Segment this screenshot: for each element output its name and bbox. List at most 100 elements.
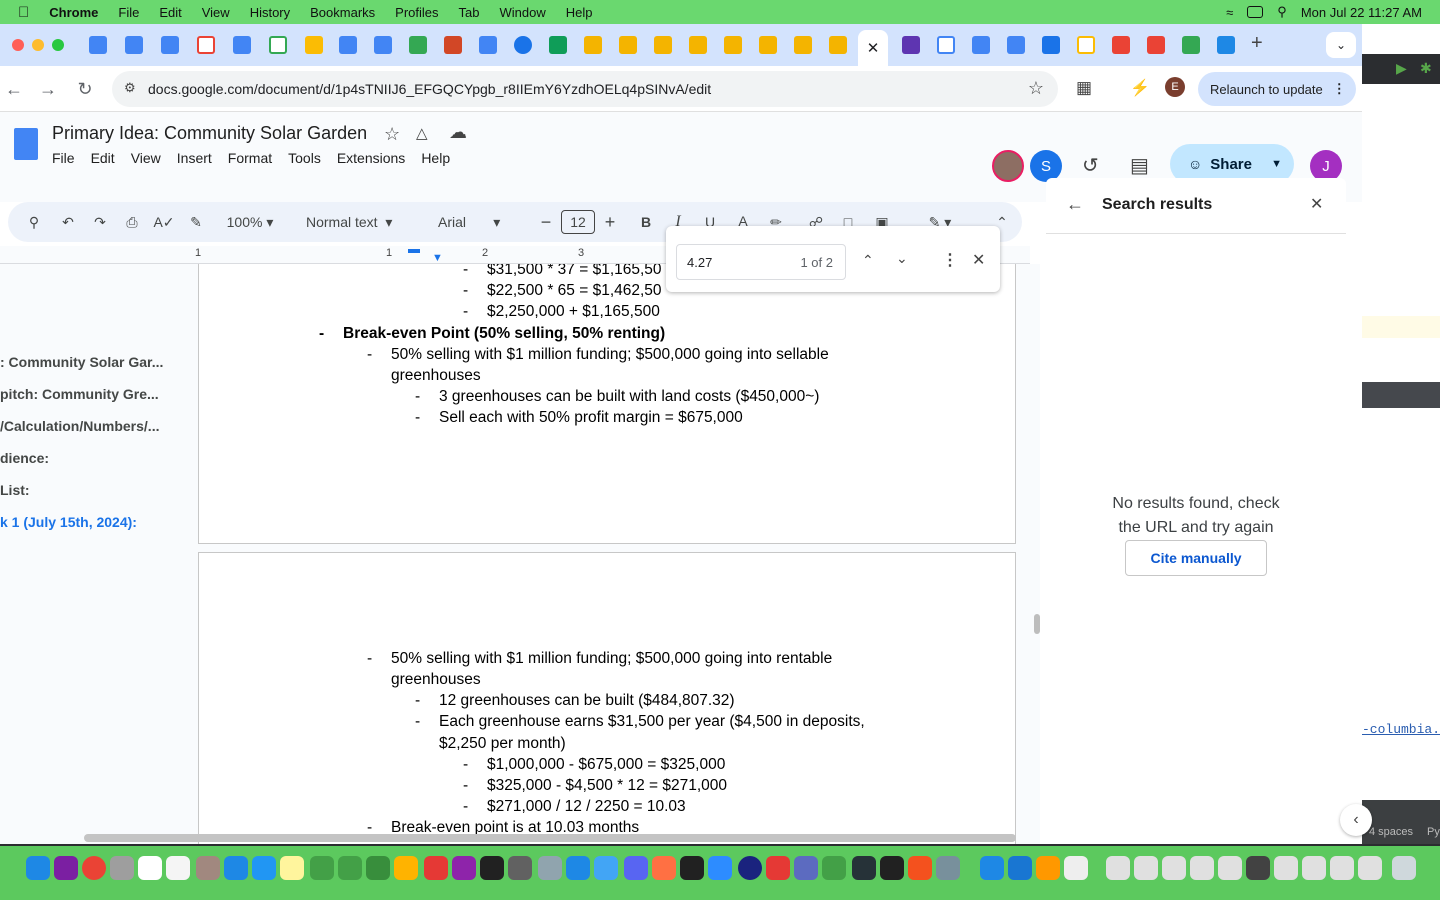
maps-icon[interactable] bbox=[252, 856, 276, 880]
pages-icon[interactable] bbox=[394, 856, 418, 880]
settings-icon[interactable] bbox=[508, 856, 532, 880]
zoom-select[interactable]: 100% ▾ bbox=[220, 212, 280, 232]
app-icon[interactable] bbox=[1064, 856, 1088, 880]
run-icon[interactable]: ▶ bbox=[1396, 60, 1407, 77]
extension-icon[interactable]: ⚡ bbox=[1130, 78, 1150, 98]
tab-docs-icon[interactable] bbox=[479, 36, 497, 54]
comments-icon[interactable]: ▤ bbox=[1130, 153, 1149, 178]
tab-slides-icon[interactable] bbox=[689, 36, 707, 54]
more-menu-icon[interactable]: ⋮ bbox=[1333, 81, 1346, 97]
address-bar[interactable]: ⚙ docs.google.com/document/d/1p4sTNIIJ6_… bbox=[112, 71, 1058, 107]
tab-slides-icon[interactable] bbox=[654, 36, 672, 54]
print-icon[interactable]: ⎙ bbox=[122, 212, 142, 232]
recent-file-icon[interactable] bbox=[1190, 856, 1214, 880]
photos-icon[interactable] bbox=[652, 856, 676, 880]
text-line[interactable]: $271,000 / 12 / 2250 = 10.03 bbox=[487, 798, 686, 816]
find-options-icon[interactable]: ⋮ bbox=[942, 250, 958, 270]
document-title[interactable]: Primary Idea: Community Solar Garden bbox=[52, 123, 367, 144]
tab-drive-icon[interactable] bbox=[305, 36, 323, 54]
text-line[interactable]: 3 greenhouses can be built with land cos… bbox=[439, 388, 819, 406]
recent-file-icon[interactable] bbox=[1106, 856, 1130, 880]
tab-gmail-icon[interactable] bbox=[1147, 36, 1165, 54]
docs-logo-icon[interactable] bbox=[14, 128, 38, 160]
close-window-icon[interactable] bbox=[12, 39, 24, 51]
text-line[interactable]: 50% selling with $1 million funding; $50… bbox=[391, 346, 829, 364]
tab-app-icon[interactable] bbox=[1217, 36, 1235, 54]
undo-icon[interactable]: ↶ bbox=[58, 212, 78, 232]
outline-item[interactable]: /Calculation/Numbers/... bbox=[0, 418, 159, 434]
text-line[interactable]: greenhouses bbox=[391, 367, 481, 385]
recent-file-icon[interactable] bbox=[1274, 856, 1298, 880]
spellcheck-icon[interactable]: A✓ bbox=[153, 212, 174, 232]
apple-icon[interactable]:  bbox=[18, 4, 29, 21]
discord-icon[interactable] bbox=[624, 856, 648, 880]
menu-edit[interactable]: Edit bbox=[159, 5, 181, 20]
text-line[interactable]: $2,250 per month) bbox=[439, 735, 566, 753]
tab-docs-icon[interactable] bbox=[161, 36, 179, 54]
battery-icon[interactable] bbox=[1247, 6, 1264, 18]
horizontal-scrollbar[interactable] bbox=[84, 834, 1016, 842]
teams-icon[interactable] bbox=[794, 856, 818, 880]
document-page[interactable]: - $31,500 * 37 = $1,165,50 - $22,500 * 6… bbox=[198, 264, 1016, 544]
document-page[interactable]: - 50% selling with $1 million funding; $… bbox=[198, 552, 1016, 844]
redo-icon[interactable]: ↷ bbox=[90, 212, 110, 232]
text-line[interactable]: Sell each with 50% profit margin = $675,… bbox=[439, 409, 743, 427]
vertical-scrollbar-thumb[interactable] bbox=[1034, 614, 1040, 634]
help-icon[interactable] bbox=[936, 856, 960, 880]
font-select[interactable]: Arial ▾ bbox=[438, 212, 518, 232]
cite-manually-button[interactable]: Cite manually bbox=[1125, 540, 1267, 576]
tv-icon[interactable] bbox=[480, 856, 504, 880]
tab-docs-icon[interactable] bbox=[339, 36, 357, 54]
docs-menu-view[interactable]: View bbox=[131, 150, 161, 166]
bookmark-star-icon[interactable]: ☆ bbox=[1028, 78, 1044, 99]
docs-menu-edit[interactable]: Edit bbox=[91, 150, 115, 166]
app-icon[interactable] bbox=[594, 856, 618, 880]
tab-drive-icon[interactable] bbox=[409, 36, 427, 54]
tab-gmail-icon[interactable] bbox=[1112, 36, 1130, 54]
section-heading[interactable]: Break-even Point (50% selling, 50% renti… bbox=[343, 325, 665, 343]
url-text[interactable]: docs.google.com/document/d/1p4sTNIIJ6_EF… bbox=[148, 81, 711, 97]
minimize-window-icon[interactable] bbox=[32, 39, 44, 51]
text-line[interactable]: $22,500 * 65 = $1,462,50 bbox=[487, 282, 662, 300]
text-line[interactable]: $325,000 - $4,500 * 12 = $271,000 bbox=[487, 777, 727, 795]
tab-slides-icon[interactable] bbox=[619, 36, 637, 54]
ide-link[interactable]: -columbia.h bbox=[1362, 722, 1440, 737]
ide-language-status[interactable]: Py bbox=[1427, 826, 1440, 838]
recent-file-icon[interactable] bbox=[1302, 856, 1326, 880]
tab-docs-icon[interactable] bbox=[125, 36, 143, 54]
recent-file-icon[interactable] bbox=[1358, 856, 1382, 880]
tab-c-icon[interactable] bbox=[514, 36, 532, 54]
debug-icon[interactable]: ✱ bbox=[1420, 60, 1432, 77]
text-line[interactable]: $31,500 * 37 = $1,165,50 bbox=[487, 264, 662, 279]
tab-docs-icon[interactable] bbox=[89, 36, 107, 54]
outline-item-active[interactable]: k 1 (July 15th, 2024): bbox=[0, 514, 137, 530]
tab-docs-icon[interactable] bbox=[1007, 36, 1025, 54]
text-line[interactable]: greenhouses bbox=[391, 671, 481, 689]
tab-slides-icon[interactable] bbox=[759, 36, 777, 54]
outline-item[interactable]: pitch: Community Gre... bbox=[0, 386, 159, 402]
menu-file[interactable]: File bbox=[118, 5, 139, 20]
docs-menu-format[interactable]: Format bbox=[228, 150, 272, 166]
previous-result-icon[interactable]: ⌃ bbox=[862, 252, 874, 269]
text-line[interactable]: $1,000,000 - $675,000 = $325,000 bbox=[487, 756, 725, 774]
launchpad-icon[interactable] bbox=[110, 856, 134, 880]
move-icon[interactable]: △ bbox=[416, 124, 428, 142]
menu-view[interactable]: View bbox=[202, 5, 230, 20]
star-icon[interactable]: ☆ bbox=[384, 124, 400, 145]
tab-docs-icon[interactable] bbox=[374, 36, 392, 54]
tab-sheets-icon[interactable] bbox=[549, 36, 567, 54]
app-icon[interactable] bbox=[1036, 856, 1060, 880]
menu-history[interactable]: History bbox=[250, 5, 290, 20]
reload-icon[interactable]: ↻ bbox=[75, 79, 95, 100]
tab-google-icon[interactable] bbox=[1077, 36, 1095, 54]
version-history-icon[interactable]: ↺ bbox=[1082, 153, 1099, 178]
close-find-icon[interactable]: ✕ bbox=[972, 250, 985, 270]
siri-icon[interactable] bbox=[54, 856, 78, 880]
mail-icon[interactable] bbox=[224, 856, 248, 880]
increase-font-icon[interactable]: + bbox=[600, 212, 620, 232]
cloud-saved-icon[interactable]: ☁ bbox=[449, 122, 467, 143]
active-tab-close-icon[interactable]: ✕ bbox=[858, 30, 888, 66]
wifi-icon[interactable]: ≈ bbox=[1226, 5, 1233, 20]
messages-icon[interactable] bbox=[310, 856, 334, 880]
tab-search-chevron-icon[interactable]: ⌄ bbox=[1326, 32, 1356, 58]
